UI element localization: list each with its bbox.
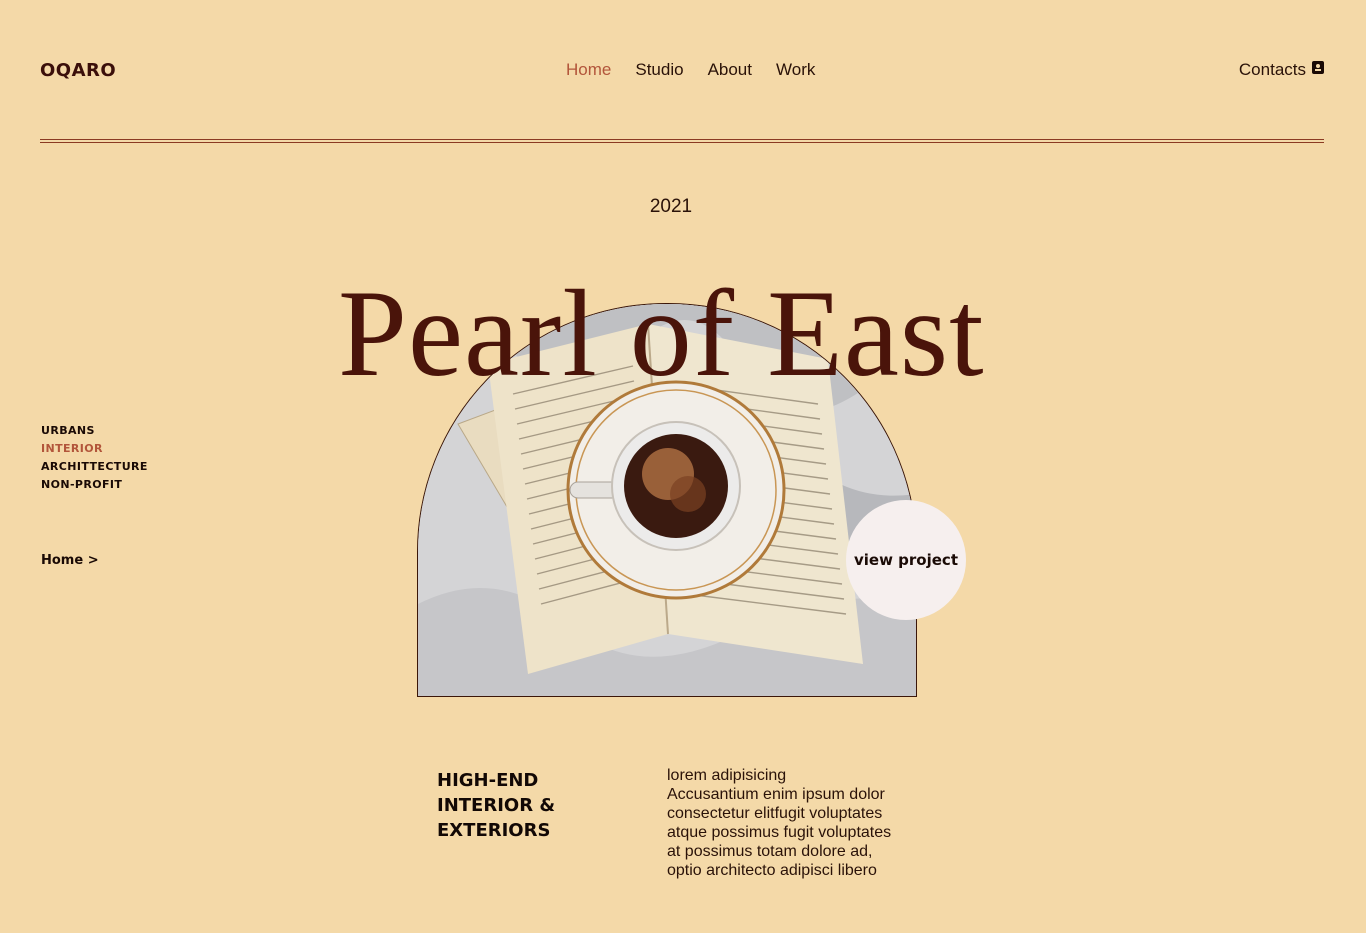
view-project-button[interactable]: view project <box>846 500 966 620</box>
header-divider <box>40 139 1324 143</box>
category-interior[interactable]: INTERIOR <box>41 442 148 455</box>
contact-card-icon <box>1312 60 1324 74</box>
nav-about[interactable]: About <box>708 60 752 80</box>
contacts-label: Contacts <box>1238 60 1306 79</box>
nav-studio[interactable]: Studio <box>635 60 683 80</box>
main-nav: Home Studio About Work <box>566 60 815 80</box>
nav-home[interactable]: Home <box>566 60 611 80</box>
category-architecture[interactable]: ARCHITTECTURE <box>41 460 148 473</box>
category-non-profit[interactable]: NON-PROFIT <box>41 478 148 491</box>
logo[interactable]: OQARO <box>40 60 116 81</box>
section-paragraph: lorem adipisicing Accusantium enim ipsum… <box>667 767 892 879</box>
breadcrumb[interactable]: Home > <box>41 553 99 568</box>
nav-work[interactable]: Work <box>776 60 815 80</box>
contacts-link[interactable]: Contacts <box>1239 60 1324 80</box>
section-headline: HIGH-END INTERIOR & EXTERIORS <box>437 770 556 841</box>
category-menu: URBANS INTERIOR ARCHITTECTURE NON-PROFIT <box>41 424 148 491</box>
project-year: 2021 <box>649 196 693 217</box>
hero-title: Pearl of East <box>338 265 985 402</box>
category-urbans[interactable]: URBANS <box>41 424 148 437</box>
